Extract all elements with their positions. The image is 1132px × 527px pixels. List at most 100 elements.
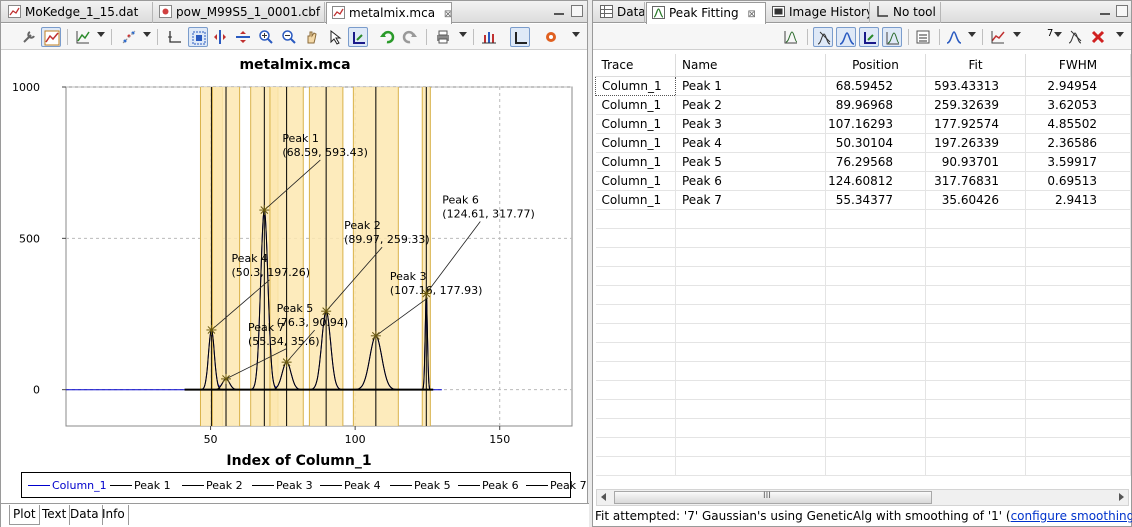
fit-annotation-button[interactable] bbox=[859, 27, 879, 47]
clear-peaks-button[interactable] bbox=[1065, 27, 1085, 47]
table-cell: 2.9413 bbox=[1025, 190, 1131, 210]
axes-button[interactable] bbox=[165, 27, 185, 47]
toolbar-separator bbox=[111, 29, 112, 45]
column-header[interactable]: Fit bbox=[925, 54, 1026, 77]
axis-lock-button[interactable] bbox=[510, 27, 530, 47]
plot-type-button[interactable] bbox=[73, 27, 93, 47]
tab-image-history[interactable]: Image History bbox=[767, 2, 870, 23]
fit-mode-icon bbox=[817, 31, 831, 45]
table-cell bbox=[925, 285, 1026, 305]
settings-button[interactable] bbox=[19, 27, 39, 47]
table-cell bbox=[825, 456, 926, 476]
delete-icon bbox=[1091, 30, 1105, 44]
table-row[interactable]: Column_1 Peak 4 50.30104 197.26339 2.36586 bbox=[595, 133, 1131, 153]
peak-count-dropdown[interactable]: 7 bbox=[1047, 27, 1059, 47]
tab-text[interactable]: Text bbox=[39, 505, 71, 525]
tab-mokedge[interactable]: MoKedge_1_15.dat bbox=[3, 2, 153, 23]
legend-item[interactable]: Peak 2 bbox=[182, 479, 243, 492]
close-icon[interactable]: ⊠ bbox=[444, 9, 451, 20]
legend-item[interactable]: Peak 3 bbox=[252, 479, 313, 492]
legend-item[interactable]: Peak 6 bbox=[458, 479, 519, 492]
autoscale-button[interactable] bbox=[348, 27, 368, 47]
table-row[interactable]: Column_1 Peak 1 68.59452 593.43313 2.94954 bbox=[595, 75, 1131, 96]
table-row[interactable]: Column_1 Peak 3 107.16293 177.92574 4.85502 bbox=[595, 114, 1131, 134]
toolbar-separator bbox=[982, 29, 983, 45]
table-cell bbox=[595, 418, 676, 438]
dropdown-arrow-icon[interactable] bbox=[968, 32, 976, 37]
table-cell: 0.69513 bbox=[1025, 171, 1131, 191]
table-row[interactable]: Column_1 Peak 2 89.96968 259.32639 3.62053 bbox=[595, 95, 1131, 115]
pan-button[interactable] bbox=[302, 27, 322, 47]
column-header[interactable]: FWHM bbox=[1025, 54, 1131, 77]
zoom-out-button[interactable] bbox=[279, 27, 299, 47]
toolbar-separator bbox=[939, 29, 940, 45]
plot-title: metalmix.mca bbox=[239, 57, 351, 73]
column-header[interactable]: Trace bbox=[595, 54, 676, 77]
fit-peak-button[interactable] bbox=[882, 27, 902, 47]
export-fit-button[interactable] bbox=[781, 27, 801, 47]
scroll-right-icon[interactable] bbox=[1119, 493, 1124, 501]
tab-data-tool[interactable]: Data bbox=[595, 2, 645, 23]
regression-icon bbox=[122, 30, 136, 44]
legend-item[interactable]: Peak 4 bbox=[320, 479, 381, 492]
peak-type-button[interactable] bbox=[944, 27, 964, 47]
table-cell bbox=[825, 266, 926, 286]
legend-item[interactable]: Column_1 bbox=[28, 479, 107, 492]
fit-list-button[interactable] bbox=[913, 27, 933, 47]
y-zoom-icon bbox=[236, 31, 250, 43]
y-zoom-button[interactable] bbox=[233, 27, 253, 47]
dropdown-arrow-icon[interactable] bbox=[143, 32, 151, 37]
tab-data[interactable]: Data bbox=[67, 505, 103, 525]
maximize-button[interactable] bbox=[571, 5, 583, 17]
fit-mode-button[interactable] bbox=[813, 27, 833, 47]
dropdown-arrow-icon[interactable] bbox=[97, 32, 105, 37]
table-row[interactable]: Column_1 Peak 6 124.60812 317.76831 0.69513 bbox=[595, 171, 1131, 191]
annotation-label: Peak 5 bbox=[277, 302, 314, 315]
dropdown-arrow-icon[interactable] bbox=[1054, 32, 1062, 37]
peak-plot[interactable]: Peak 1(68.59, 593.43) Peak 2(89.97, 259.3… bbox=[1, 76, 589, 471]
dropdown-arrow-icon[interactable] bbox=[459, 32, 467, 37]
table-row[interactable]: Column_1 Peak 5 76.29568 90.93701 3.59917 bbox=[595, 152, 1131, 172]
delete-button[interactable] bbox=[1088, 27, 1108, 47]
zoom-in-button[interactable] bbox=[256, 27, 276, 47]
print-button[interactable] bbox=[433, 27, 453, 47]
fit-curve-button[interactable] bbox=[836, 27, 856, 47]
configure-smoothing-link[interactable]: configure smoothing bbox=[1011, 509, 1132, 523]
table-row[interactable]: Column_1 Peak 7 55.34377 35.60426 2.9413 bbox=[595, 190, 1131, 210]
zoom-in-icon bbox=[259, 30, 273, 44]
redo-button[interactable] bbox=[400, 27, 420, 47]
column-header[interactable]: Name bbox=[675, 54, 826, 77]
zoom-box-button[interactable] bbox=[188, 27, 208, 47]
scroll-left-icon[interactable] bbox=[601, 493, 606, 501]
tab-peak-fitting[interactable]: Peak Fitting ⊠ bbox=[646, 2, 766, 24]
select-button[interactable] bbox=[325, 27, 345, 47]
regression-button[interactable] bbox=[119, 27, 139, 47]
plugins-button[interactable] bbox=[541, 27, 561, 47]
dropdown-arrow-icon[interactable] bbox=[1013, 32, 1021, 37]
plot-toolbar bbox=[1, 24, 587, 50]
dropdown-arrow-icon[interactable] bbox=[1116, 32, 1124, 37]
histogram-button[interactable] bbox=[479, 27, 499, 47]
trace-button[interactable] bbox=[988, 27, 1008, 47]
scroll-thumb[interactable]: III bbox=[614, 491, 932, 504]
maximize-button[interactable] bbox=[1116, 5, 1128, 17]
undo-button[interactable] bbox=[377, 27, 397, 47]
fit-annotation-icon bbox=[864, 32, 876, 44]
minimize-button[interactable] bbox=[1099, 5, 1111, 17]
horizontal-scrollbar[interactable]: III bbox=[596, 489, 1129, 506]
column-header[interactable]: Position bbox=[825, 54, 926, 77]
legend-item[interactable]: Peak 7 bbox=[526, 479, 587, 492]
minimize-button[interactable] bbox=[553, 5, 565, 17]
empty-row bbox=[595, 437, 1131, 457]
tab-metalmix[interactable]: metalmix.mca ⊠ bbox=[326, 2, 452, 24]
plot-config-button[interactable] bbox=[41, 27, 61, 47]
legend-item[interactable]: Peak 5 bbox=[390, 479, 451, 492]
tab-info[interactable]: Info bbox=[99, 505, 129, 525]
tab-no-tool[interactable]: No tool bbox=[871, 2, 941, 23]
tab-plot[interactable]: Plot bbox=[9, 505, 40, 525]
dropdown-arrow-icon[interactable] bbox=[572, 32, 580, 37]
x-zoom-button[interactable] bbox=[210, 27, 230, 47]
close-icon[interactable]: ⊠ bbox=[747, 9, 755, 20]
tab-pow-cbf[interactable]: pow_M99S5_1_0001.cbf bbox=[154, 2, 325, 23]
legend-item[interactable]: Peak 1 bbox=[110, 479, 171, 492]
